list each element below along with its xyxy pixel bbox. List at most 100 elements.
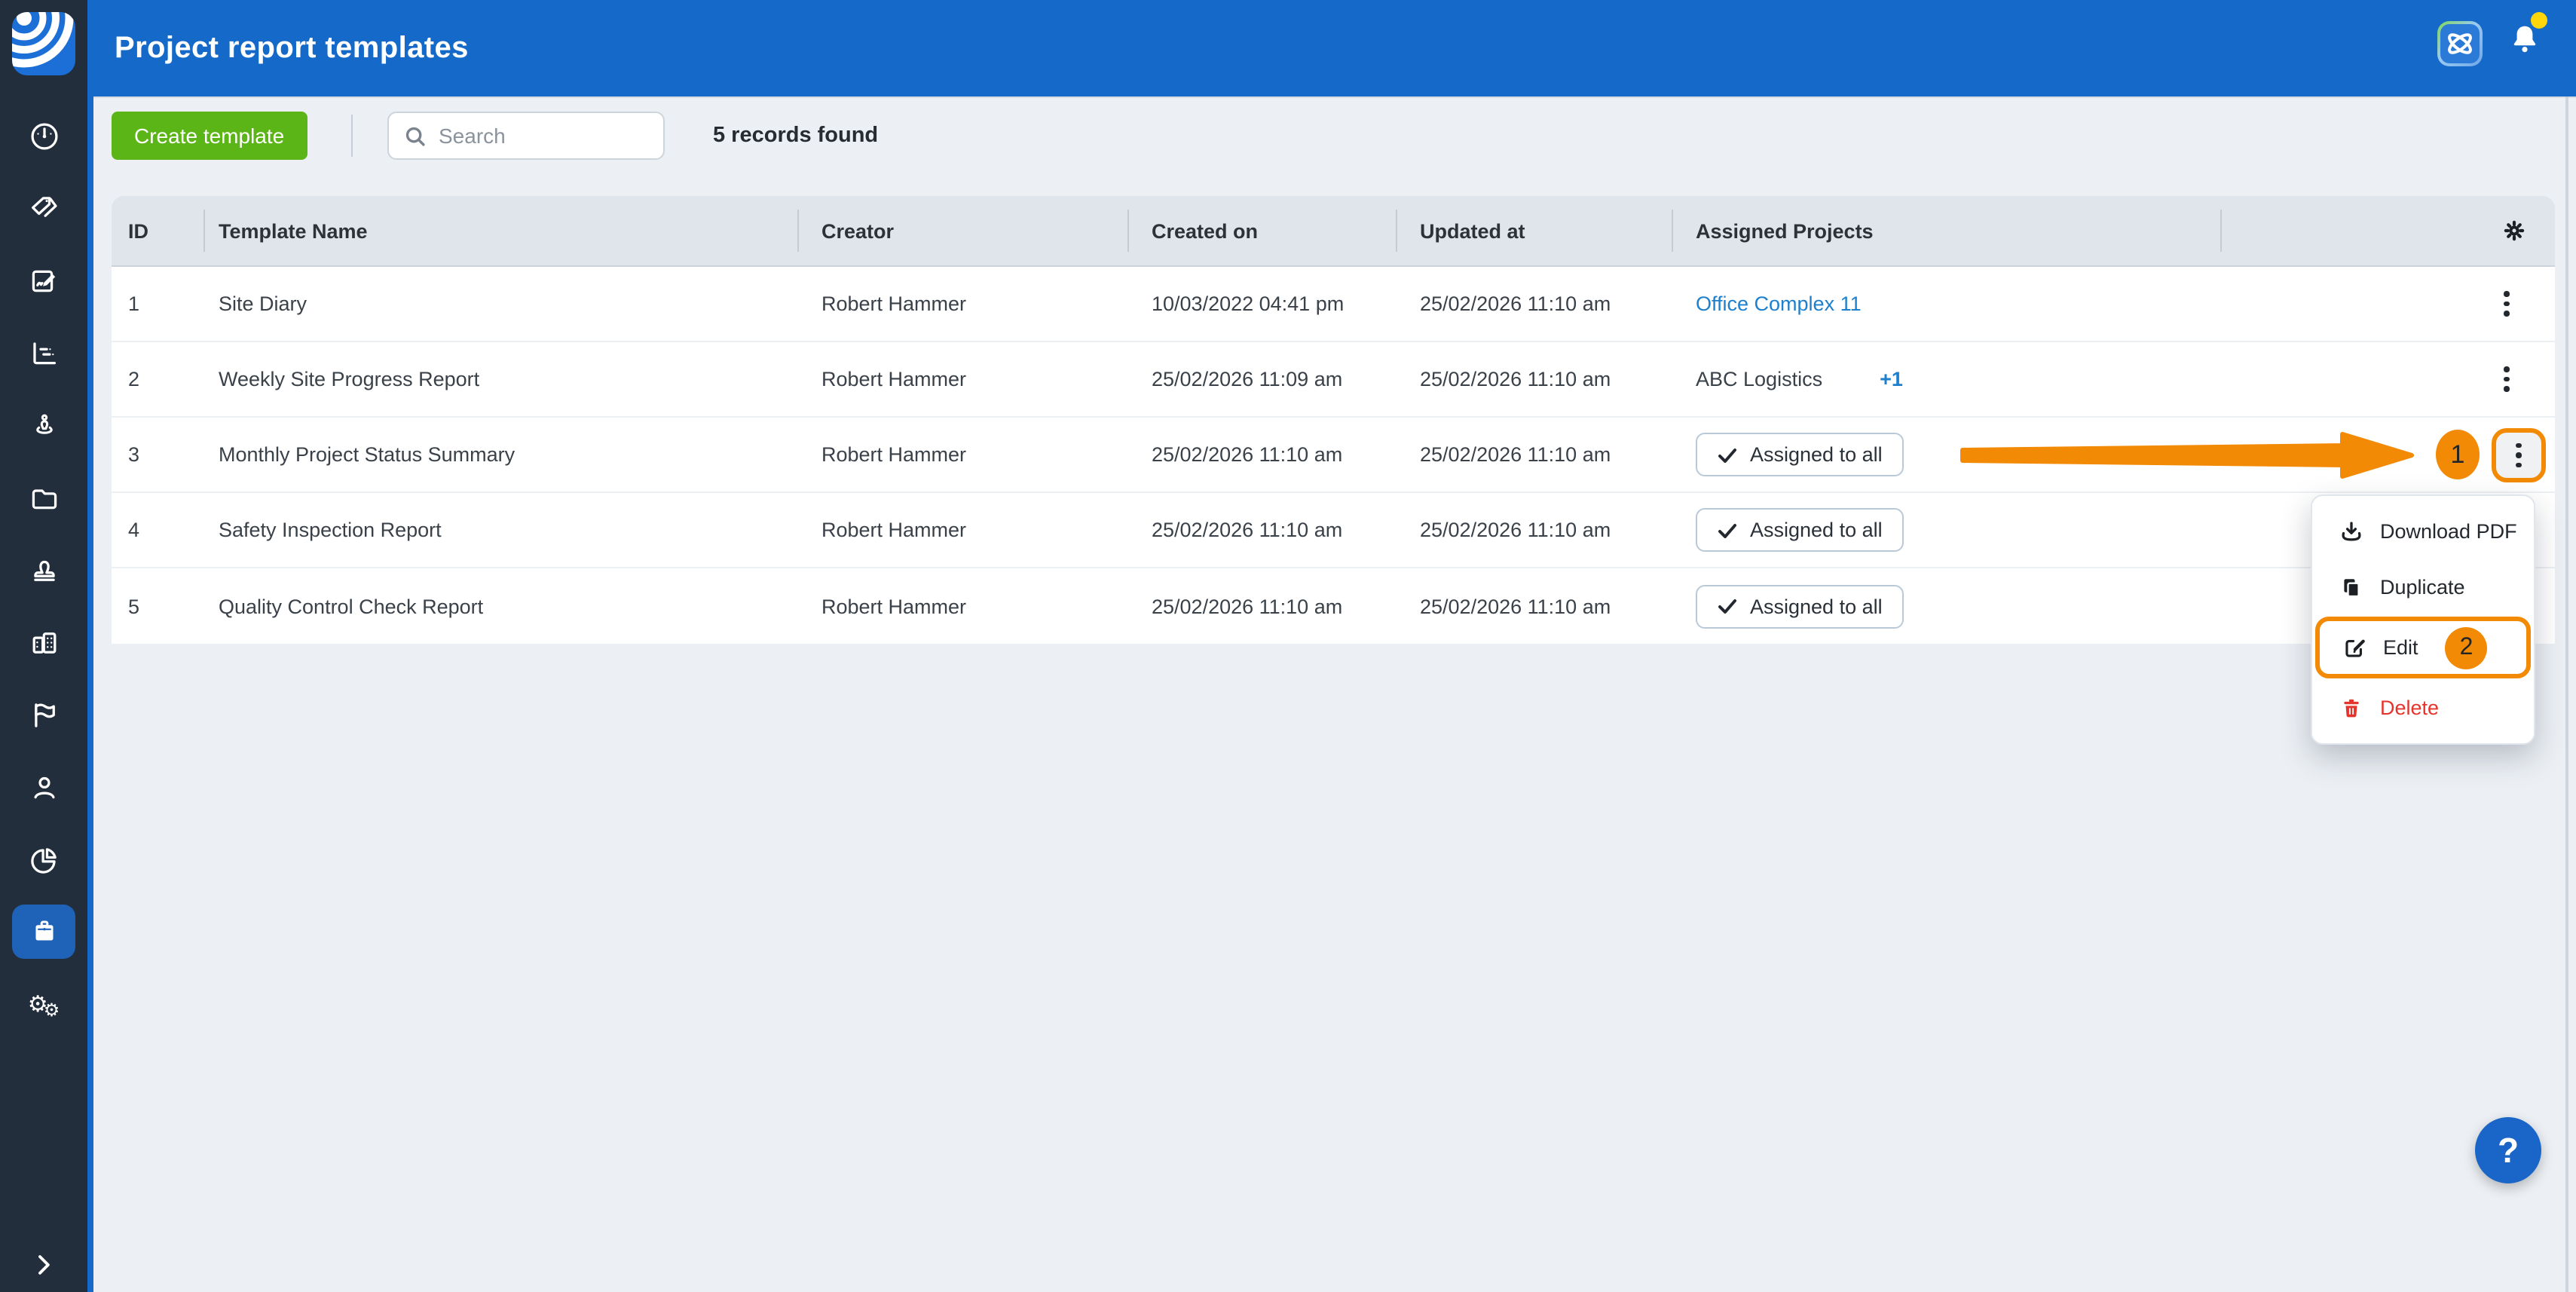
sidebar-item-statistics[interactable] — [0, 823, 87, 896]
row-context-menu: Download PDF Duplicate Edit 2 Delete — [2311, 494, 2535, 745]
sidebar-item-contacts[interactable] — [0, 751, 87, 823]
brand-stripe — [87, 0, 93, 1292]
column-header-id[interactable]: ID — [112, 196, 205, 265]
duplicate-icon — [2338, 574, 2365, 601]
assigned-to-all-button[interactable]: Assigned to all — [1696, 433, 1904, 476]
menu-item-label: Edit — [2383, 636, 2418, 659]
cell-template-name: Site Diary — [219, 292, 307, 315]
templates-table: ID Template Name Creator Created on Upda… — [112, 196, 2555, 644]
cell-assigned-projects: ABC Logistics +1 — [1673, 368, 2222, 390]
menu-item-download-pdf[interactable]: Download PDF — [2312, 504, 2534, 559]
download-icon — [2338, 518, 2365, 545]
more-projects-badge[interactable]: +1 — [1880, 368, 1903, 390]
sidebar-item-site[interactable] — [0, 389, 87, 461]
column-header-created-on[interactable]: Created on — [1129, 196, 1397, 265]
cell-id: 5 — [128, 595, 140, 617]
menu-item-delete[interactable]: Delete — [2312, 680, 2534, 736]
approvals-stamp-icon — [12, 543, 75, 597]
help-button[interactable]: ? — [2475, 1117, 2541, 1183]
cell-creator: Robert Hammer — [821, 368, 967, 390]
app-window: ⚙ ⚙ Project report templates Create templ… — [0, 0, 2576, 1292]
cell-updated-at: 25/02/2026 11:10 am — [1420, 368, 1611, 390]
table-row: 4 Safety Inspection Report Robert Hammer… — [112, 493, 2555, 568]
tickets-flag-icon — [12, 687, 75, 742]
cell-assigned-projects: Office Complex 11 — [1673, 292, 2222, 315]
cell-created-on: 10/03/2022 04:41 pm — [1152, 292, 1345, 315]
sidebar-item-settings[interactable]: ⚙ ⚙ — [0, 968, 87, 1040]
search-icon — [405, 126, 425, 145]
cell-template-name: Monthly Project Status Summary — [219, 443, 516, 466]
dashboard-icon — [12, 109, 75, 163]
sidebar-item-forms[interactable] — [0, 244, 87, 317]
step1-arrow-icon — [1960, 430, 2418, 488]
menu-item-label: Delete — [2380, 697, 2440, 719]
cell-updated-at: 25/02/2026 11:10 am — [1420, 595, 1611, 617]
step2-badge: 2 — [2445, 626, 2488, 669]
column-header-template-name[interactable]: Template Name — [205, 196, 799, 265]
cell-template-name: Safety Inspection Report — [219, 519, 442, 541]
row-menu-kebab-icon[interactable] — [2495, 285, 2519, 323]
table-header: ID Template Name Creator Created on Upda… — [112, 196, 2555, 267]
assigned-to-all-button[interactable]: Assigned to all — [1696, 584, 1904, 628]
chevron-right-icon — [38, 1255, 50, 1275]
scrollbar-track[interactable] — [2565, 96, 2568, 1292]
gantt-chart-icon — [12, 326, 75, 380]
create-template-button[interactable]: Create template — [112, 112, 307, 160]
sidebar-item-schedule[interactable] — [0, 317, 87, 389]
settings-gears-icon: ⚙ ⚙ — [27, 991, 60, 1021]
step1-badge: 1 — [2436, 430, 2480, 479]
assigned-to-all-button[interactable]: Assigned to all — [1696, 508, 1904, 552]
gear-icon — [2504, 220, 2525, 241]
menu-item-edit[interactable]: Edit 2 — [2315, 617, 2531, 678]
sidebar-nav: ⚙ ⚙ — [0, 100, 87, 1040]
toolbar-divider — [351, 115, 353, 157]
row-menu-kebab-highlighted[interactable] — [2492, 428, 2546, 482]
app-switcher-button[interactable] — [2437, 21, 2483, 66]
cell-template-name: Weekly Site Progress Report — [219, 368, 480, 390]
table-row: 5 Quality Control Check Report Robert Ha… — [112, 568, 2555, 644]
search-input[interactable] — [439, 124, 648, 148]
sidebar-item-dashboard[interactable] — [0, 100, 87, 172]
cell-template-name: Quality Control Check Report — [219, 595, 484, 617]
assigned-to-all-label: Assigned to all — [1750, 519, 1883, 541]
sidebar-item-projects[interactable] — [0, 461, 87, 534]
cell-assigned-projects: Assigned to all — [1673, 508, 2222, 552]
page-title: Project report templates — [115, 31, 469, 64]
cell-created-on: 25/02/2026 11:10 am — [1152, 519, 1343, 541]
reports-clipboard-icon — [12, 905, 75, 959]
column-header-updated-at[interactable]: Updated at — [1397, 196, 1673, 265]
assigned-project-link[interactable]: Office Complex 11 — [1696, 292, 1862, 315]
statistics-pie-icon — [12, 832, 75, 886]
projects-folder-icon — [12, 470, 75, 525]
brand-logo[interactable] — [12, 12, 75, 75]
menu-item-duplicate[interactable]: Duplicate — [2312, 559, 2534, 615]
tags-icon — [12, 181, 75, 235]
column-header-creator[interactable]: Creator — [799, 196, 1129, 265]
sidebar-item-reports[interactable] — [0, 896, 87, 968]
forms-signature-icon — [12, 253, 75, 308]
edit-icon — [2341, 634, 2368, 661]
cell-actions — [2222, 285, 2555, 323]
cell-id: 2 — [128, 368, 140, 390]
cell-updated-at: 25/02/2026 11:10 am — [1420, 519, 1611, 541]
assigned-to-all-label: Assigned to all — [1750, 595, 1883, 617]
sidebar-item-tickets[interactable] — [0, 678, 87, 751]
cell-creator: Robert Hammer — [821, 443, 967, 466]
check-icon — [1718, 523, 1736, 537]
sidebar-expand-button[interactable] — [0, 1250, 87, 1280]
cell-creator: Robert Hammer — [821, 519, 967, 541]
search-box[interactable] — [387, 112, 665, 160]
delete-icon — [2338, 694, 2365, 721]
row-menu-kebab-icon[interactable] — [2495, 360, 2519, 398]
table-row: 1 Site Diary Robert Hammer 10/03/2022 04… — [112, 267, 2555, 342]
sidebar-item-approvals[interactable] — [0, 534, 87, 606]
column-header-assigned-projects[interactable]: Assigned Projects — [1673, 196, 2222, 265]
cell-updated-at: 25/02/2026 11:10 am — [1420, 443, 1611, 466]
sidebar-item-company[interactable] — [0, 606, 87, 678]
notification-badge — [2531, 12, 2547, 29]
menu-item-label: Duplicate — [2380, 576, 2465, 599]
cell-actions — [2222, 360, 2555, 398]
sidebar-item-tags[interactable] — [0, 172, 87, 244]
column-settings[interactable] — [2222, 196, 2555, 265]
cell-updated-at: 25/02/2026 11:10 am — [1420, 292, 1611, 315]
